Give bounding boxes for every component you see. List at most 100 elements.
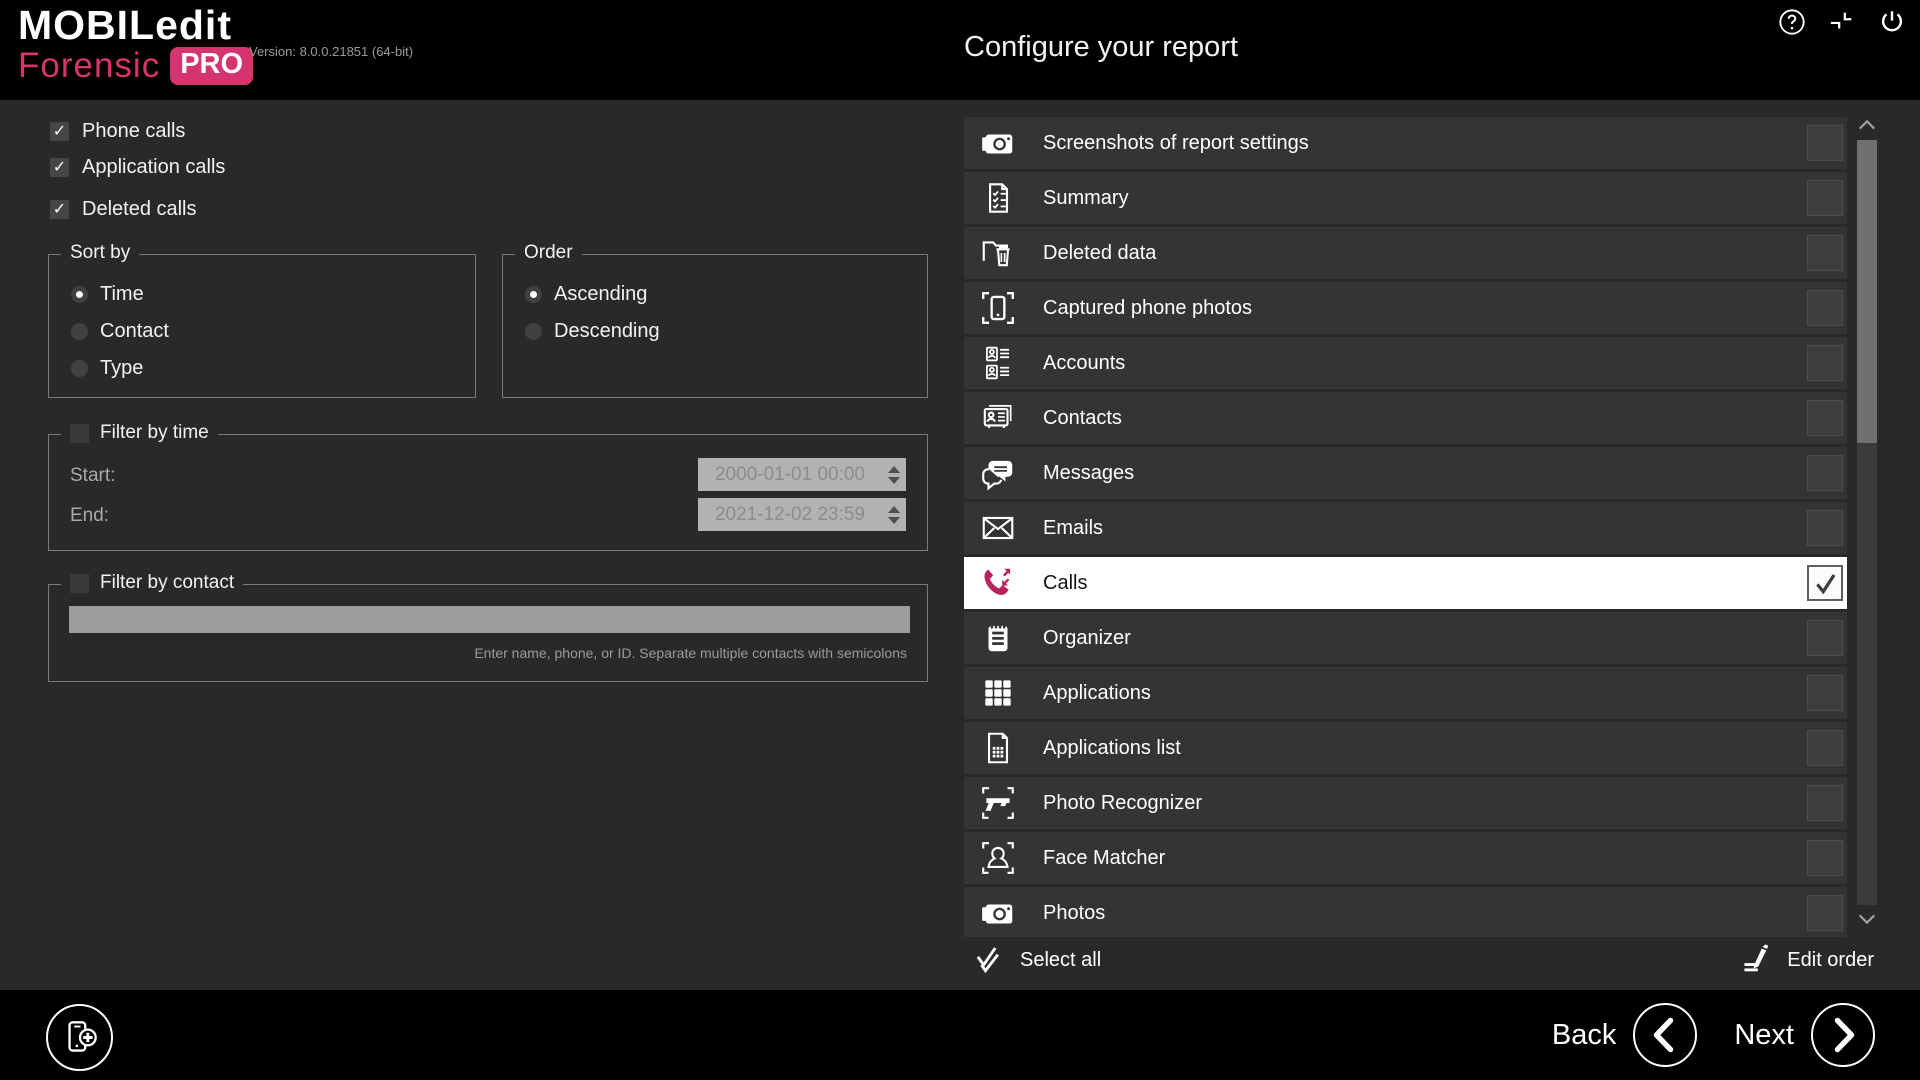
report-section-label: Summary [1043,187,1129,210]
report-section-row[interactable]: Summary [964,172,1847,224]
spin-down-icon[interactable] [888,517,900,524]
report-section-row[interactable]: Captured phone photos [964,282,1847,334]
sort-time-radio[interactable] [71,286,88,303]
next-button[interactable] [1810,1002,1876,1068]
sort-time-option[interactable]: Time [71,282,475,306]
next-label: Next [1734,1019,1794,1052]
edit-order-button[interactable]: Edit order [1740,944,1874,976]
spin-up-icon[interactable] [888,506,900,513]
sort-contact-label: Contact [100,320,169,343]
order-ascending-label: Ascending [554,283,647,306]
sort-type-radio[interactable] [71,360,88,377]
report-section-label: Applications [1043,682,1151,705]
report-section-row[interactable]: Emails [964,502,1847,554]
report-section-checkbox[interactable] [1807,235,1843,271]
phone-calls-label: Phone calls [82,120,185,143]
report-section-checkbox[interactable] [1807,290,1843,326]
add-device-icon [57,1015,103,1061]
sort-time-label: Time [100,283,144,306]
report-section-row[interactable]: Screenshots of report settings [964,117,1847,169]
filter-by-contact-checkbox[interactable] [70,574,89,593]
start-datetime-input[interactable]: 2000-01-01 00:00 [698,458,906,491]
report-section-row[interactable]: Applications list [964,722,1847,774]
report-section-row[interactable]: Contacts [964,392,1847,444]
report-section-label: Photo Recognizer [1043,792,1202,815]
select-all-button[interactable]: Select all [973,944,1101,976]
application-calls-checkbox[interactable] [50,158,69,177]
report-section-row[interactable]: Deleted data [964,227,1847,279]
power-icon[interactable] [1878,8,1906,36]
contact-filter-input[interactable] [69,606,910,633]
photo-recognizer-icon [979,784,1017,822]
report-section-checkbox[interactable] [1807,675,1843,711]
logo-forensic: Forensic [18,46,160,86]
sort-by-legend: Sort by [70,242,130,264]
start-label: Start: [70,465,115,487]
report-section-checkbox[interactable] [1807,730,1843,766]
filter-by-contact-group: Filter by contact Enter name, phone, or … [48,584,928,682]
start-datetime-value: 2000-01-01 00:00 [698,464,882,486]
report-section-row[interactable]: Calls [964,557,1847,609]
contact-filter-hint: Enter name, phone, or ID. Separate multi… [474,645,907,661]
report-section-checkbox[interactable] [1807,840,1843,876]
report-section-checkbox[interactable] [1807,895,1843,931]
report-section-checkbox[interactable] [1807,510,1843,546]
report-section-checkbox[interactable] [1807,565,1843,601]
scrollbar-up-icon[interactable] [1856,114,1878,136]
report-section-checkbox[interactable] [1807,785,1843,821]
report-section-checkbox[interactable] [1807,455,1843,491]
wizard-navigation: Back Next [1552,990,1876,1080]
scrollbar-down-icon[interactable] [1856,908,1878,930]
calls-icon [979,564,1017,602]
end-label: End: [70,505,109,527]
dock-window-icon[interactable] [1828,8,1856,36]
start-datetime-spinner[interactable] [882,458,906,491]
application-calls-option[interactable]: Application calls [50,155,225,179]
order-descending-label: Descending [554,320,660,343]
report-section-row[interactable]: Messages [964,447,1847,499]
summary-report-icon [979,179,1017,217]
deleted-calls-label: Deleted calls [82,198,197,221]
phone-calls-checkbox[interactable] [50,122,69,141]
sort-contact-option[interactable]: Contact [71,319,475,343]
report-section-label: Face Matcher [1043,847,1165,870]
report-section-row[interactable]: Applications [964,667,1847,719]
report-section-checkbox[interactable] [1807,125,1843,161]
scrollbar-track[interactable] [1857,140,1877,905]
report-section-checkbox[interactable] [1807,620,1843,656]
report-section-label: Applications list [1043,737,1181,760]
deleted-calls-checkbox[interactable] [50,200,69,219]
order-descending-radio[interactable] [525,323,542,340]
order-ascending-option[interactable]: Ascending [525,282,927,306]
spin-down-icon[interactable] [888,477,900,484]
order-descending-option[interactable]: Descending [525,319,927,343]
spin-up-icon[interactable] [888,466,900,473]
deleted-calls-option[interactable]: Deleted calls [50,197,197,221]
phone-calls-option[interactable]: Phone calls [50,119,185,143]
add-device-button[interactable] [46,1004,113,1071]
report-section-row[interactable]: Accounts [964,337,1847,389]
report-section-row[interactable]: Photos [964,887,1847,937]
report-section-label: Contacts [1043,407,1122,430]
report-section-label: Captured phone photos [1043,297,1252,320]
report-section-label: Calls [1043,572,1087,595]
order-group: Order Ascending Descending [502,254,928,398]
filter-by-time-checkbox[interactable] [70,424,89,443]
report-section-row[interactable]: Face Matcher [964,832,1847,884]
help-icon[interactable] [1778,8,1806,36]
report-sections-list: Screenshots of report settings Summary D… [964,117,1847,937]
scrollbar-thumb[interactable] [1857,140,1877,443]
report-section-checkbox[interactable] [1807,400,1843,436]
sort-contact-radio[interactable] [71,323,88,340]
report-section-checkbox[interactable] [1807,345,1843,381]
page-title: Configure your report [964,31,1238,64]
report-section-checkbox[interactable] [1807,180,1843,216]
back-button[interactable] [1632,1002,1698,1068]
messages-icon [979,454,1017,492]
end-datetime-spinner[interactable] [882,498,906,531]
sort-type-option[interactable]: Type [71,356,475,380]
report-section-row[interactable]: Photo Recognizer [964,777,1847,829]
order-ascending-radio[interactable] [525,286,542,303]
report-section-row[interactable]: Organizer [964,612,1847,664]
end-datetime-input[interactable]: 2021-12-02 23:59 [698,498,906,531]
